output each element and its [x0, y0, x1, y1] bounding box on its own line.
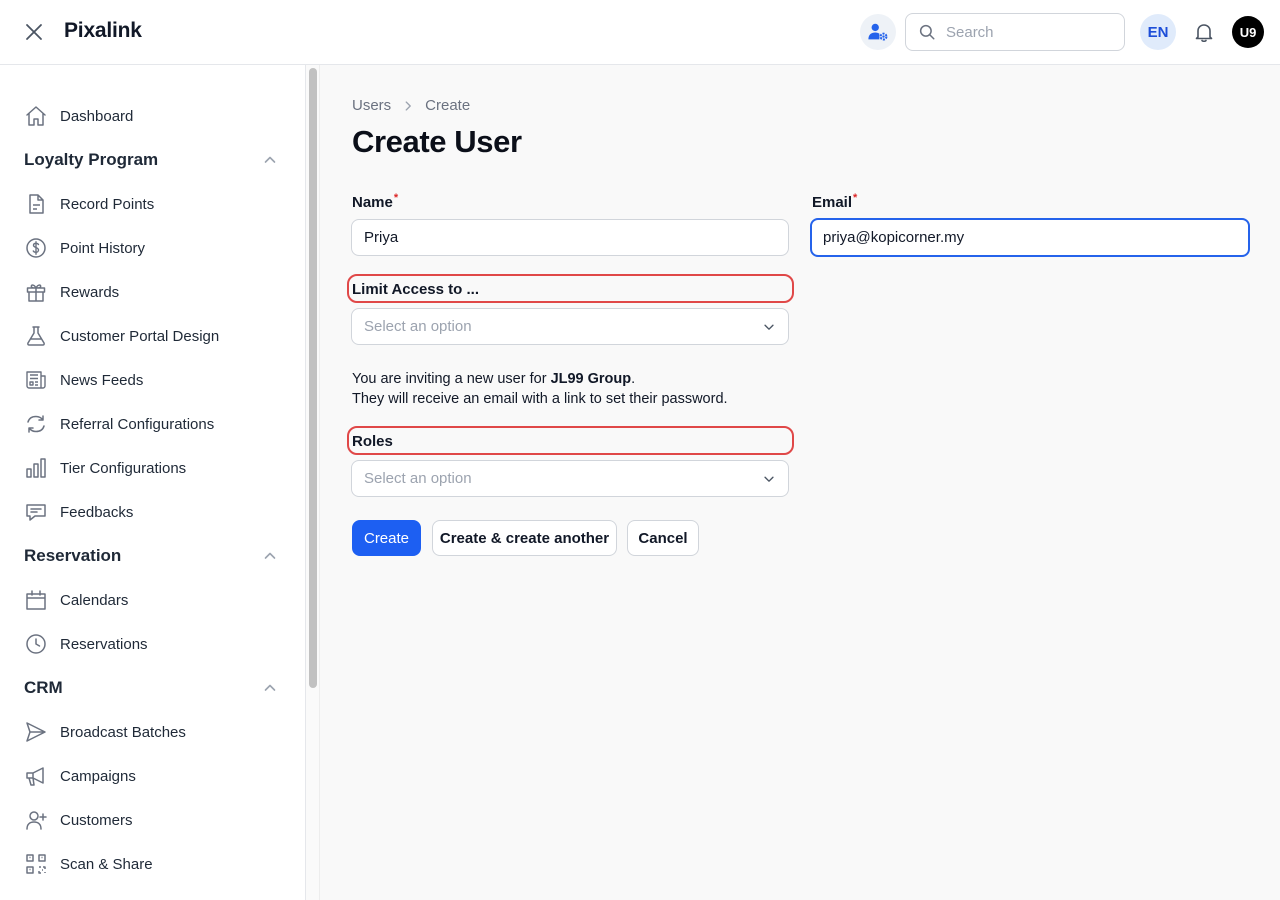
paper-plane-icon [24, 720, 48, 744]
chat-bubble-icon [24, 500, 48, 524]
chevron-right-icon [401, 99, 415, 113]
sidebar-item-referral-configurations[interactable]: Referral Configurations [0, 404, 300, 444]
app-name: Pixalink [64, 19, 142, 42]
sidebar-item-label: Feedbacks [60, 503, 134, 521]
create-button[interactable]: Create [352, 520, 421, 556]
chevron-down-icon [762, 472, 776, 486]
breadcrumb-users[interactable]: Users [352, 97, 391, 114]
sidebar-scrollbar[interactable] [306, 65, 320, 900]
sidebar-item-customers[interactable]: Customers [0, 800, 300, 840]
megaphone-icon [24, 764, 48, 788]
sidebar-item-label: Scan & Share [60, 855, 153, 873]
invite-text: You are inviting a new user for [352, 371, 551, 387]
breadcrumb: Users Create [352, 97, 470, 114]
sidebar-item-campaigns[interactable]: Campaigns [0, 756, 300, 796]
cancel-button[interactable]: Cancel [627, 520, 699, 556]
chevron-up-icon[interactable] [262, 680, 278, 696]
group-label: Reservation [24, 546, 122, 565]
sidebar-item-news-feeds[interactable]: News Feeds [0, 360, 300, 400]
avatar[interactable]: U9 [1232, 16, 1264, 48]
sidebar-item-calendars[interactable]: Calendars [0, 580, 300, 620]
clock-icon [24, 632, 48, 656]
invite-text-end: . [631, 371, 636, 387]
email-label-text: Email [812, 194, 853, 211]
name-field[interactable] [351, 219, 789, 256]
document-icon [24, 192, 48, 216]
calendar-icon [24, 588, 48, 612]
sidebar-item-label: Rewards [60, 283, 120, 301]
page-title: Create User [352, 124, 522, 159]
bar-chart-icon [24, 456, 48, 480]
refresh-icon [24, 412, 48, 436]
limit-access-label: Limit Access to ... [352, 281, 479, 298]
qr-code-icon [24, 852, 48, 876]
group-crm[interactable]: CRM [0, 670, 300, 706]
dollar-circle-icon [24, 236, 48, 260]
chevron-up-icon[interactable] [262, 152, 278, 168]
sidebar-item-label: Point History [60, 239, 146, 257]
gift-icon [24, 280, 48, 304]
beaker-icon [24, 324, 48, 348]
invite-org: JL99 Group [550, 371, 632, 387]
sidebar-item-label: Broadcast Batches [60, 723, 186, 741]
sidebar-item-dashboard[interactable]: Dashboard [0, 96, 300, 136]
limit-access-select[interactable]: Select an option [351, 308, 789, 345]
sidebar-item-label: Dashboard [60, 107, 134, 125]
group-label: Loyalty Program [24, 150, 159, 169]
close-icon[interactable] [22, 20, 46, 44]
sidebar: Dashboard Loyalty Program Record Points … [0, 65, 306, 900]
home-icon [24, 104, 48, 128]
roles-label: Roles [352, 433, 393, 450]
main-content: Users Create Create User Name* Email* Li… [320, 65, 1280, 900]
user-plus-icon [24, 808, 48, 832]
bell-icon[interactable] [1192, 20, 1216, 44]
roles-highlight [347, 426, 794, 455]
chevron-up-icon[interactable] [262, 548, 278, 564]
sidebar-item-label: Referral Configurations [60, 415, 215, 433]
roles-placeholder: Select an option [364, 470, 472, 487]
required-mark: * [853, 192, 858, 204]
top-bar: Pixalink EN U9 [0, 0, 1280, 65]
create-and-create-another-button[interactable]: Create & create another [432, 520, 617, 556]
sidebar-item-label: Campaigns [60, 767, 136, 785]
group-label: CRM [24, 678, 63, 697]
sidebar-item-feedbacks[interactable]: Feedbacks [0, 492, 300, 532]
sidebar-item-label: Customer Portal Design [60, 327, 220, 345]
search-input[interactable] [946, 23, 1116, 41]
tenant-switch-button[interactable] [860, 14, 896, 50]
email-label: Email* [812, 192, 858, 211]
name-label-text: Name [352, 194, 393, 211]
group-reservation[interactable]: Reservation [0, 538, 300, 574]
chevron-down-icon [762, 320, 776, 334]
email-field[interactable] [810, 218, 1250, 257]
sidebar-item-customer-portal-design[interactable]: Customer Portal Design [0, 316, 300, 356]
sidebar-item-label: News Feeds [60, 371, 144, 389]
required-mark: * [393, 192, 399, 204]
sidebar-item-label: Customers [60, 811, 133, 829]
search-icon [918, 23, 936, 41]
sidebar-item-scan-share[interactable]: Scan & Share [0, 844, 300, 884]
sidebar-item-point-history[interactable]: Point History [0, 228, 300, 268]
user-gear-icon [867, 21, 889, 43]
sidebar-item-tier-configurations[interactable]: Tier Configurations [0, 448, 300, 488]
roles-select[interactable]: Select an option [351, 460, 789, 497]
breadcrumb-create: Create [425, 97, 471, 114]
language-switcher[interactable]: EN [1140, 14, 1176, 50]
newspaper-icon [24, 368, 48, 392]
limit-access-placeholder: Select an option [364, 318, 472, 335]
sidebar-item-label: Tier Configurations [60, 459, 187, 477]
sidebar-item-broadcast-batches[interactable]: Broadcast Batches [0, 712, 300, 752]
group-loyalty-program[interactable]: Loyalty Program [0, 142, 300, 178]
sidebar-item-reservations[interactable]: Reservations [0, 624, 300, 664]
search-box[interactable] [905, 13, 1125, 51]
scrollbar-thumb[interactable] [309, 68, 317, 688]
sidebar-item-label: Calendars [60, 591, 129, 609]
invite-text-2: They will receive an email with a link t… [352, 391, 728, 407]
name-label: Name* [352, 192, 399, 211]
sidebar-item-label: Reservations [60, 635, 148, 653]
sidebar-item-label: Record Points [60, 195, 155, 213]
invite-message: You are inviting a new user for JL99 Gro… [352, 369, 728, 409]
sidebar-item-rewards[interactable]: Rewards [0, 272, 300, 312]
sidebar-item-record-points[interactable]: Record Points [0, 184, 300, 224]
